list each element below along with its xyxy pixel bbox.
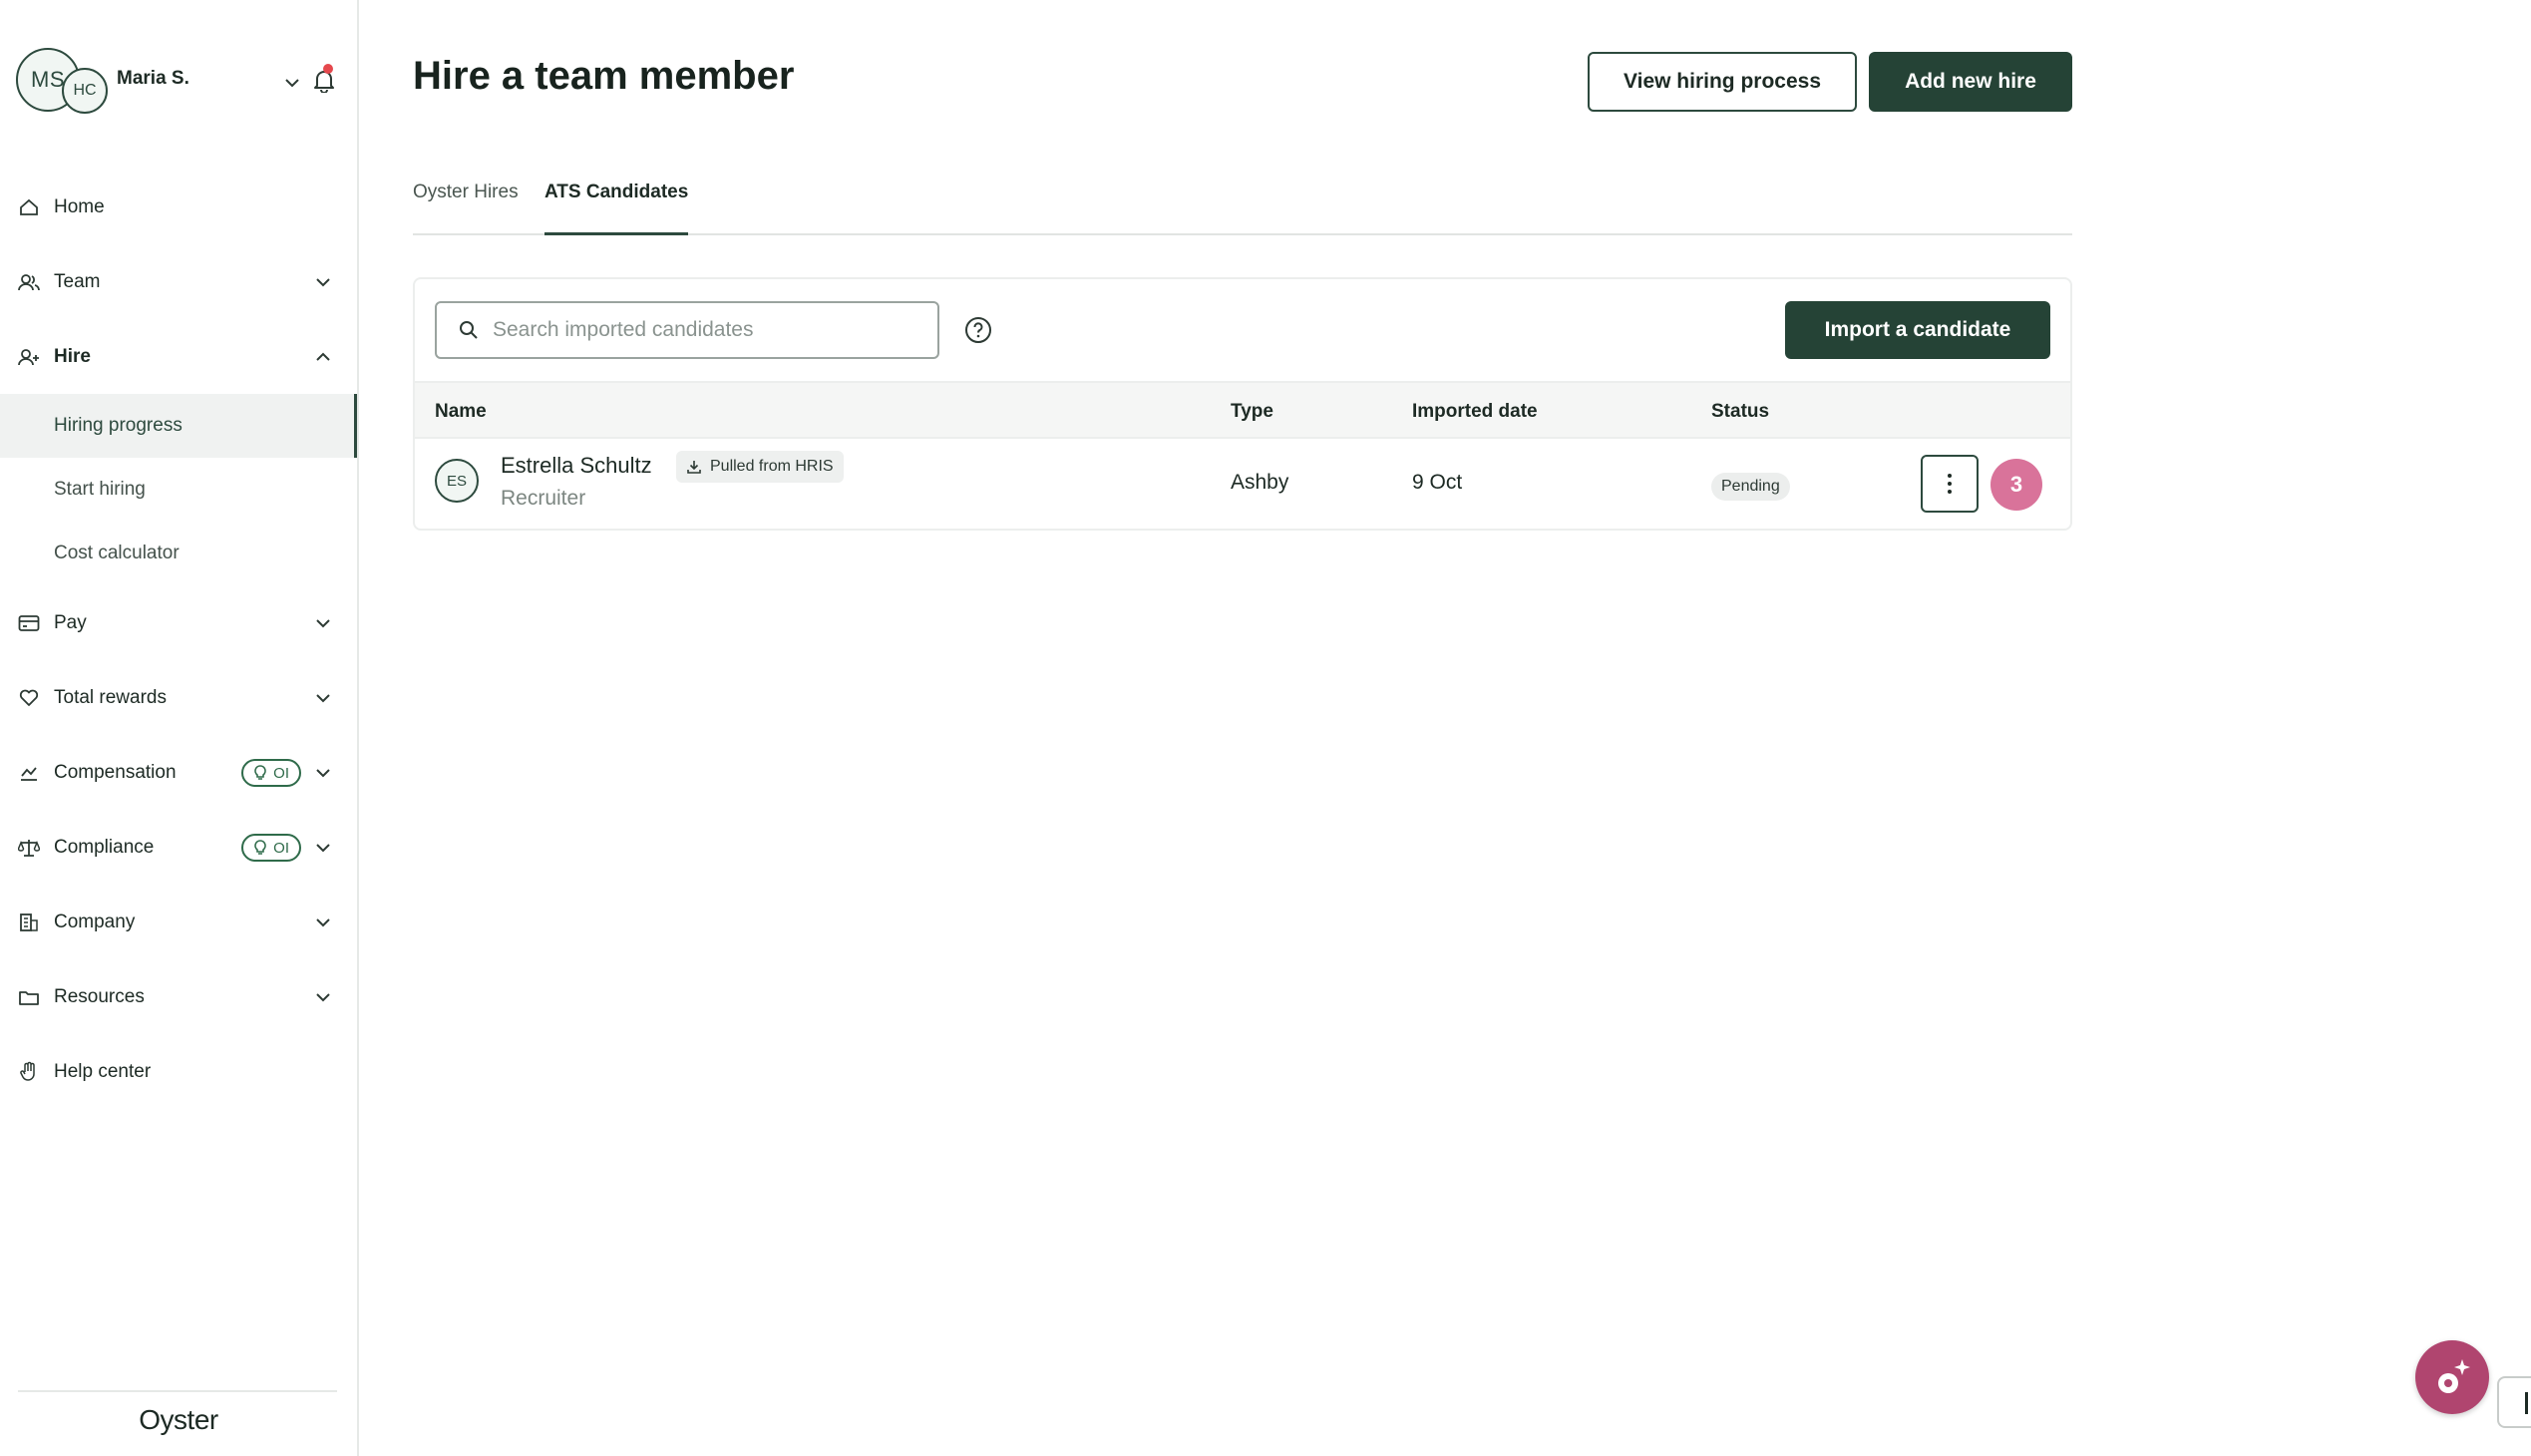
nav-item-total-rewards[interactable]: Total rewards: [0, 660, 357, 735]
scale-icon: [18, 837, 40, 859]
row-actions-button[interactable]: [1921, 455, 1979, 513]
more-vertical-icon: [1948, 474, 1952, 494]
search-icon: [460, 321, 478, 339]
status-badge: Pending: [1711, 473, 1790, 501]
nav-item-compensation[interactable]: Compensation OI: [0, 735, 357, 810]
tabs: Oyster Hires ATS Candidates: [413, 170, 2072, 235]
nav-item-help-center[interactable]: Help center: [0, 1034, 357, 1109]
sidebar-item-start-hiring[interactable]: Start hiring: [0, 458, 357, 522]
nav-item-label: Compliance: [54, 836, 155, 858]
sidebar-item-hiring-progress[interactable]: Hiring progress: [0, 394, 357, 458]
nav-item-home[interactable]: Home: [0, 170, 357, 244]
nav-item-compliance[interactable]: Compliance OI: [0, 810, 357, 885]
handle-bar: [2525, 1392, 2528, 1414]
column-header-status[interactable]: Status: [1711, 401, 1769, 423]
help-icon[interactable]: [963, 315, 993, 345]
sparkle-icon: [2438, 1359, 2470, 1393]
nav-item-label: Resources: [54, 985, 145, 1007]
chevron-down-icon[interactable]: [311, 270, 335, 294]
search-field[interactable]: [435, 301, 939, 359]
table-header: Name Type Imported date Status: [415, 381, 2070, 439]
chart-icon: [18, 762, 40, 784]
page-title: Hire a team member: [413, 54, 795, 98]
people-icon: [18, 271, 40, 293]
ai-badge-label: OI: [273, 764, 289, 782]
view-hiring-process-button[interactable]: View hiring process: [1588, 52, 1857, 112]
chevron-up-icon[interactable]: [311, 345, 335, 369]
chevron-down-icon[interactable]: [311, 836, 335, 860]
folder-icon: [18, 986, 40, 1008]
nav-item-pay[interactable]: Pay: [0, 585, 357, 660]
main-nav: Home Team Hire Hiring progress Start hir…: [0, 170, 357, 1109]
import-candidate-button[interactable]: Import a candidate: [1785, 301, 2050, 359]
hand-icon: [18, 1061, 40, 1083]
nav-item-label: Help center: [54, 1060, 152, 1082]
notification-dot: [323, 64, 333, 74]
chevron-down-icon[interactable]: [279, 70, 305, 96]
search-input[interactable]: [493, 318, 931, 342]
column-header-imported-date[interactable]: Imported date: [1412, 401, 1538, 423]
nav-item-team[interactable]: Team: [0, 244, 357, 319]
ai-badge-label: OI: [273, 839, 289, 857]
hris-source-tag: Pulled from HRIS: [676, 451, 844, 483]
building-icon: [18, 911, 40, 933]
download-icon: [687, 461, 701, 474]
add-person-icon: [18, 346, 40, 368]
candidate-type: Ashby: [1231, 471, 1289, 494]
candidate-imported-date: 9 Oct: [1412, 471, 1463, 494]
sidebar-item-cost-calculator[interactable]: Cost calculator: [0, 522, 357, 585]
hris-tag-label: Pulled from HRIS: [710, 458, 834, 475]
candidate-name[interactable]: Estrella Schultz: [501, 453, 652, 479]
tab-oyster-hires[interactable]: Oyster Hires: [413, 182, 519, 235]
user-name[interactable]: Maria S.: [117, 68, 189, 90]
sidebar: MS HC Maria S. Home Team Hire Hiring pro…: [0, 0, 359, 1456]
brand-logo: Oyster: [139, 1404, 218, 1435]
nav-item-label: Total rewards: [54, 686, 167, 708]
user-menu[interactable]: MS HC Maria S.: [16, 48, 345, 118]
nav-item-company[interactable]: Company: [0, 885, 357, 959]
side-panel-handle[interactable]: [2497, 1376, 2531, 1428]
nav-item-label: Company: [54, 910, 136, 932]
candidates-card: Import a candidate Name Type Imported da…: [413, 277, 2072, 531]
nav-item-label: Team: [54, 270, 101, 292]
nav-item-hire[interactable]: Hire: [0, 319, 357, 394]
table-row[interactable]: ES Estrella Schultz Pulled from HRIS Rec…: [415, 439, 2070, 529]
tab-ats-candidates[interactable]: ATS Candidates: [544, 182, 689, 235]
lightbulb-icon: [254, 840, 266, 855]
chevron-down-icon[interactable]: [311, 761, 335, 785]
add-new-hire-button[interactable]: Add new hire: [1869, 52, 2072, 112]
nav-item-label: Hire: [54, 345, 91, 367]
ai-insights-badge: OI: [241, 834, 301, 862]
chevron-down-icon[interactable]: [311, 611, 335, 635]
home-icon: [18, 196, 40, 218]
chevron-down-icon[interactable]: [311, 686, 335, 710]
nav-item-label: Home: [54, 195, 105, 217]
column-header-type[interactable]: Type: [1231, 401, 1273, 423]
chevron-down-icon[interactable]: [311, 985, 335, 1009]
ai-assistant-button[interactable]: [2415, 1340, 2489, 1414]
lightbulb-icon: [254, 765, 266, 780]
column-header-name[interactable]: Name: [435, 401, 487, 423]
chevron-down-icon[interactable]: [311, 910, 335, 934]
avatar: ES: [435, 459, 479, 503]
candidate-role: Recruiter: [501, 487, 586, 510]
company-avatar[interactable]: HC: [62, 68, 108, 114]
divider: [18, 1390, 337, 1392]
nav-item-label: Compensation: [54, 761, 177, 783]
ai-insights-badge: OI: [241, 759, 301, 787]
nav-item-label: Pay: [54, 611, 87, 633]
credit-card-icon: [18, 612, 40, 634]
heart-icon: [18, 687, 40, 709]
nav-item-resources[interactable]: Resources: [0, 959, 357, 1034]
notification-count-badge[interactable]: 3: [1990, 459, 2042, 511]
